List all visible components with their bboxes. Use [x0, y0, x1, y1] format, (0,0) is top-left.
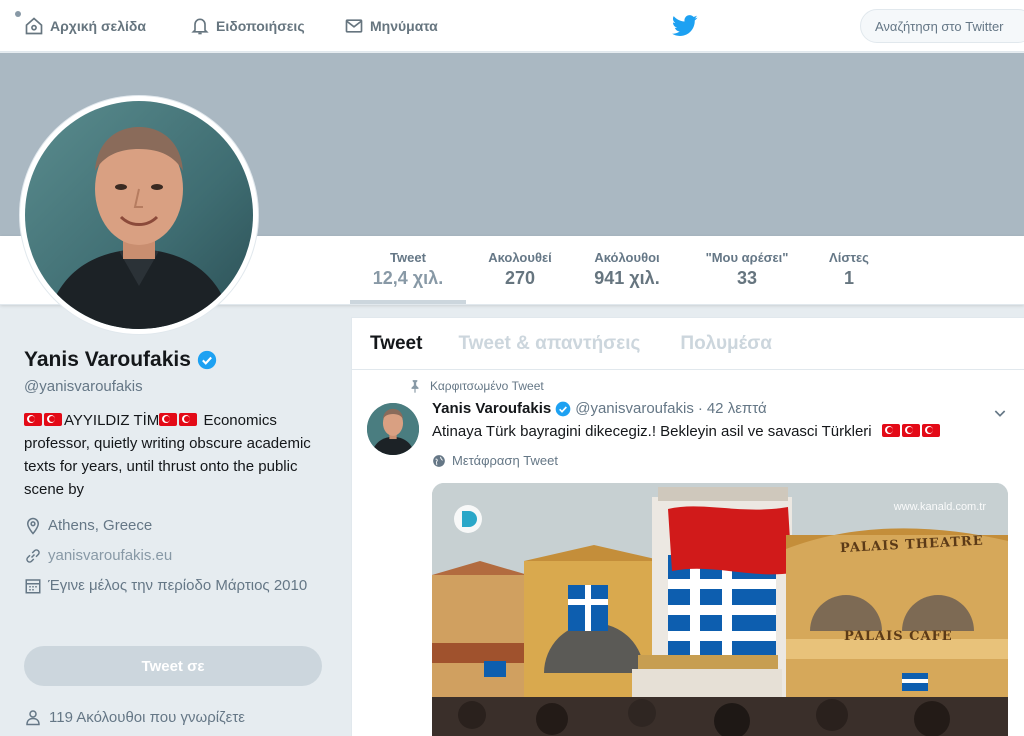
stat-likes-value: 33: [736, 268, 758, 288]
media-scene-illustration: [432, 483, 1008, 736]
stat-following[interactable]: Ακολουθεί 270: [474, 250, 566, 289]
envelope-icon: [345, 19, 363, 33]
turkish-flag-icon: [159, 413, 178, 426]
verified-badge-icon: [197, 350, 217, 370]
stat-lists[interactable]: Λίστες 1: [818, 250, 880, 289]
turkish-flag-icon: [901, 424, 920, 437]
profile-name[interactable]: Yanis Varoufakis: [24, 348, 191, 372]
pin-icon: [411, 380, 419, 393]
tab-tweets-and-replies[interactable]: Tweet & απαντήσεις: [458, 333, 640, 355]
bell-icon: [191, 18, 209, 35]
chevron-down-icon[interactable]: [992, 405, 1008, 421]
search-input[interactable]: Αναζήτηση στο Twitter: [860, 9, 1024, 43]
location-pin-icon: [26, 517, 40, 535]
pinned-label: Καρφιτσωμένο Tweet: [430, 379, 544, 393]
turkish-flag-icon: [179, 413, 198, 426]
nav-notifications[interactable]: Ειδοποιήσεις: [190, 0, 305, 52]
home-icon: [25, 17, 43, 35]
stat-followers[interactable]: Ακόλουθοι 941 χιλ.: [578, 250, 676, 289]
globe-icon: [433, 454, 445, 467]
pinned-tweet[interactable]: Καρφιτσωμένο Tweet Yanis Varoufakis @yan…: [352, 371, 1024, 736]
nav-home[interactable]: Αρχική σελίδα: [24, 0, 146, 52]
tab-media[interactable]: Πολυμέσα: [680, 333, 772, 355]
active-stat-underline: [350, 300, 466, 304]
followers-you-know[interactable]: 119 Ακόλουθοι που γνωρίζετε: [24, 708, 245, 726]
stat-tweets-label: Tweet: [390, 250, 426, 265]
stat-followers-label: Ακόλουθοι: [594, 250, 660, 265]
status-dot: [15, 11, 21, 17]
stat-likes[interactable]: "Μου αρέσει" 33: [692, 250, 802, 289]
media-watermark: www.kanald.com.tr: [893, 501, 986, 513]
turkish-flag-icon: [44, 413, 62, 426]
turkish-flag-icon: [881, 424, 900, 437]
calendar-icon: [25, 579, 41, 594]
website-link[interactable]: yanisvaroufakis.eu: [48, 545, 172, 566]
bio-highlight: AYYILDIZ TİM: [64, 412, 160, 429]
tweet-to-button[interactable]: Tweet σε: [24, 646, 322, 686]
profile-bio: AYYILDIZ TİM Economics professor, quietl…: [24, 409, 324, 501]
search-placeholder: Αναζήτηση στο Twitter: [875, 18, 1004, 34]
tweet-text: Atinaya Türk bayragini dikecegiz.! Bekle…: [432, 423, 942, 440]
followers-you-know-text: 119 Ακόλουθοι που γνωρίζετε: [49, 708, 245, 726]
portrait-illustration: [45, 127, 233, 329]
tweet-text-body: Atinaya Türk bayragini dikecegiz.! Bekle…: [432, 423, 872, 440]
stat-likes-label: "Μου αρέσει": [705, 250, 789, 265]
joined-text: Έγινε μέλος την περίοδο Μάρτιος 2010: [48, 577, 308, 594]
stat-tweets[interactable]: Tweet 12,4 χιλ.: [360, 250, 456, 289]
nav-notifications-label: Ειδοποιήσεις: [216, 18, 305, 34]
link-icon: [26, 549, 40, 563]
profile-name-row: Yanis Varoufakis: [24, 348, 334, 372]
timeline: Tweet Tweet & απαντήσεις Πολυμέσα Καρφιτ…: [351, 317, 1024, 736]
location-text: Athens, Greece: [48, 517, 153, 534]
profile-card: Yanis Varoufakis @yanisvaroufakis AYYILD…: [24, 348, 334, 596]
pinned-indicator: Καρφιτσωμένο Tweet: [408, 379, 544, 393]
channel-logo-icon: [454, 505, 482, 533]
stat-lists-value: 1: [843, 268, 854, 288]
avatar-photo: [25, 101, 253, 329]
profile-location: Athens, Greece: [24, 515, 334, 536]
profile-handle[interactable]: @yanisvaroufakis: [24, 378, 334, 395]
tweet-media-image[interactable]: www.kanald.com.tr PALAIS THEATRE PALAIS …: [432, 483, 1008, 736]
profile-meta: Athens, Greece yanisvaroufakis.eu Έγινε …: [24, 515, 334, 596]
twitter-bird-icon[interactable]: [672, 14, 698, 38]
media-sign-cafe: PALAIS CAFE: [844, 629, 953, 644]
nav-messages[interactable]: Μηνύματα: [344, 0, 438, 52]
tweet-author-name[interactable]: Yanis Varoufakis: [432, 400, 551, 417]
tweet-avatar-portrait: [367, 403, 419, 455]
turkish-flag-icon: [24, 413, 42, 426]
stat-followers-value: 941 χιλ.: [594, 268, 660, 288]
tweet-author-handle[interactable]: @yanisvaroufakis: [575, 400, 694, 417]
tweet-avatar[interactable]: [367, 403, 419, 455]
stat-following-label: Ακολουθεί: [488, 250, 552, 265]
stat-tweets-value: 12,4 χιλ.: [372, 268, 444, 288]
nav-home-label: Αρχική σελίδα: [50, 18, 146, 34]
tweet-header: Yanis Varoufakis @yanisvaroufakis · 42 λ…: [432, 400, 767, 417]
verified-badge-icon: [555, 401, 571, 416]
person-icon: [26, 710, 40, 726]
stat-following-value: 270: [504, 268, 536, 288]
top-navigation: Αρχική σελίδα Ειδοποιήσεις Μηνύματα Αναζ…: [0, 0, 1024, 52]
profile-website: yanisvaroufakis.eu: [24, 545, 334, 566]
profile-joined: Έγινε μέλος την περίοδο Μάρτιος 2010: [24, 575, 334, 596]
tweet-timestamp[interactable]: 42 λεπτά: [707, 400, 767, 417]
turkish-flag-icon: [921, 424, 940, 437]
nav-messages-label: Μηνύματα: [370, 18, 438, 34]
translate-tweet-link[interactable]: Μετάφραση Tweet: [432, 453, 558, 468]
tweet-separator: ·: [697, 400, 703, 417]
timeline-tabs: Tweet Tweet & απαντήσεις Πολυμέσα: [352, 318, 1024, 370]
profile-avatar[interactable]: [20, 96, 258, 334]
stat-lists-label: Λίστες: [829, 250, 869, 265]
translate-label: Μετάφραση Tweet: [452, 453, 558, 468]
tab-tweets[interactable]: Tweet: [370, 333, 422, 355]
